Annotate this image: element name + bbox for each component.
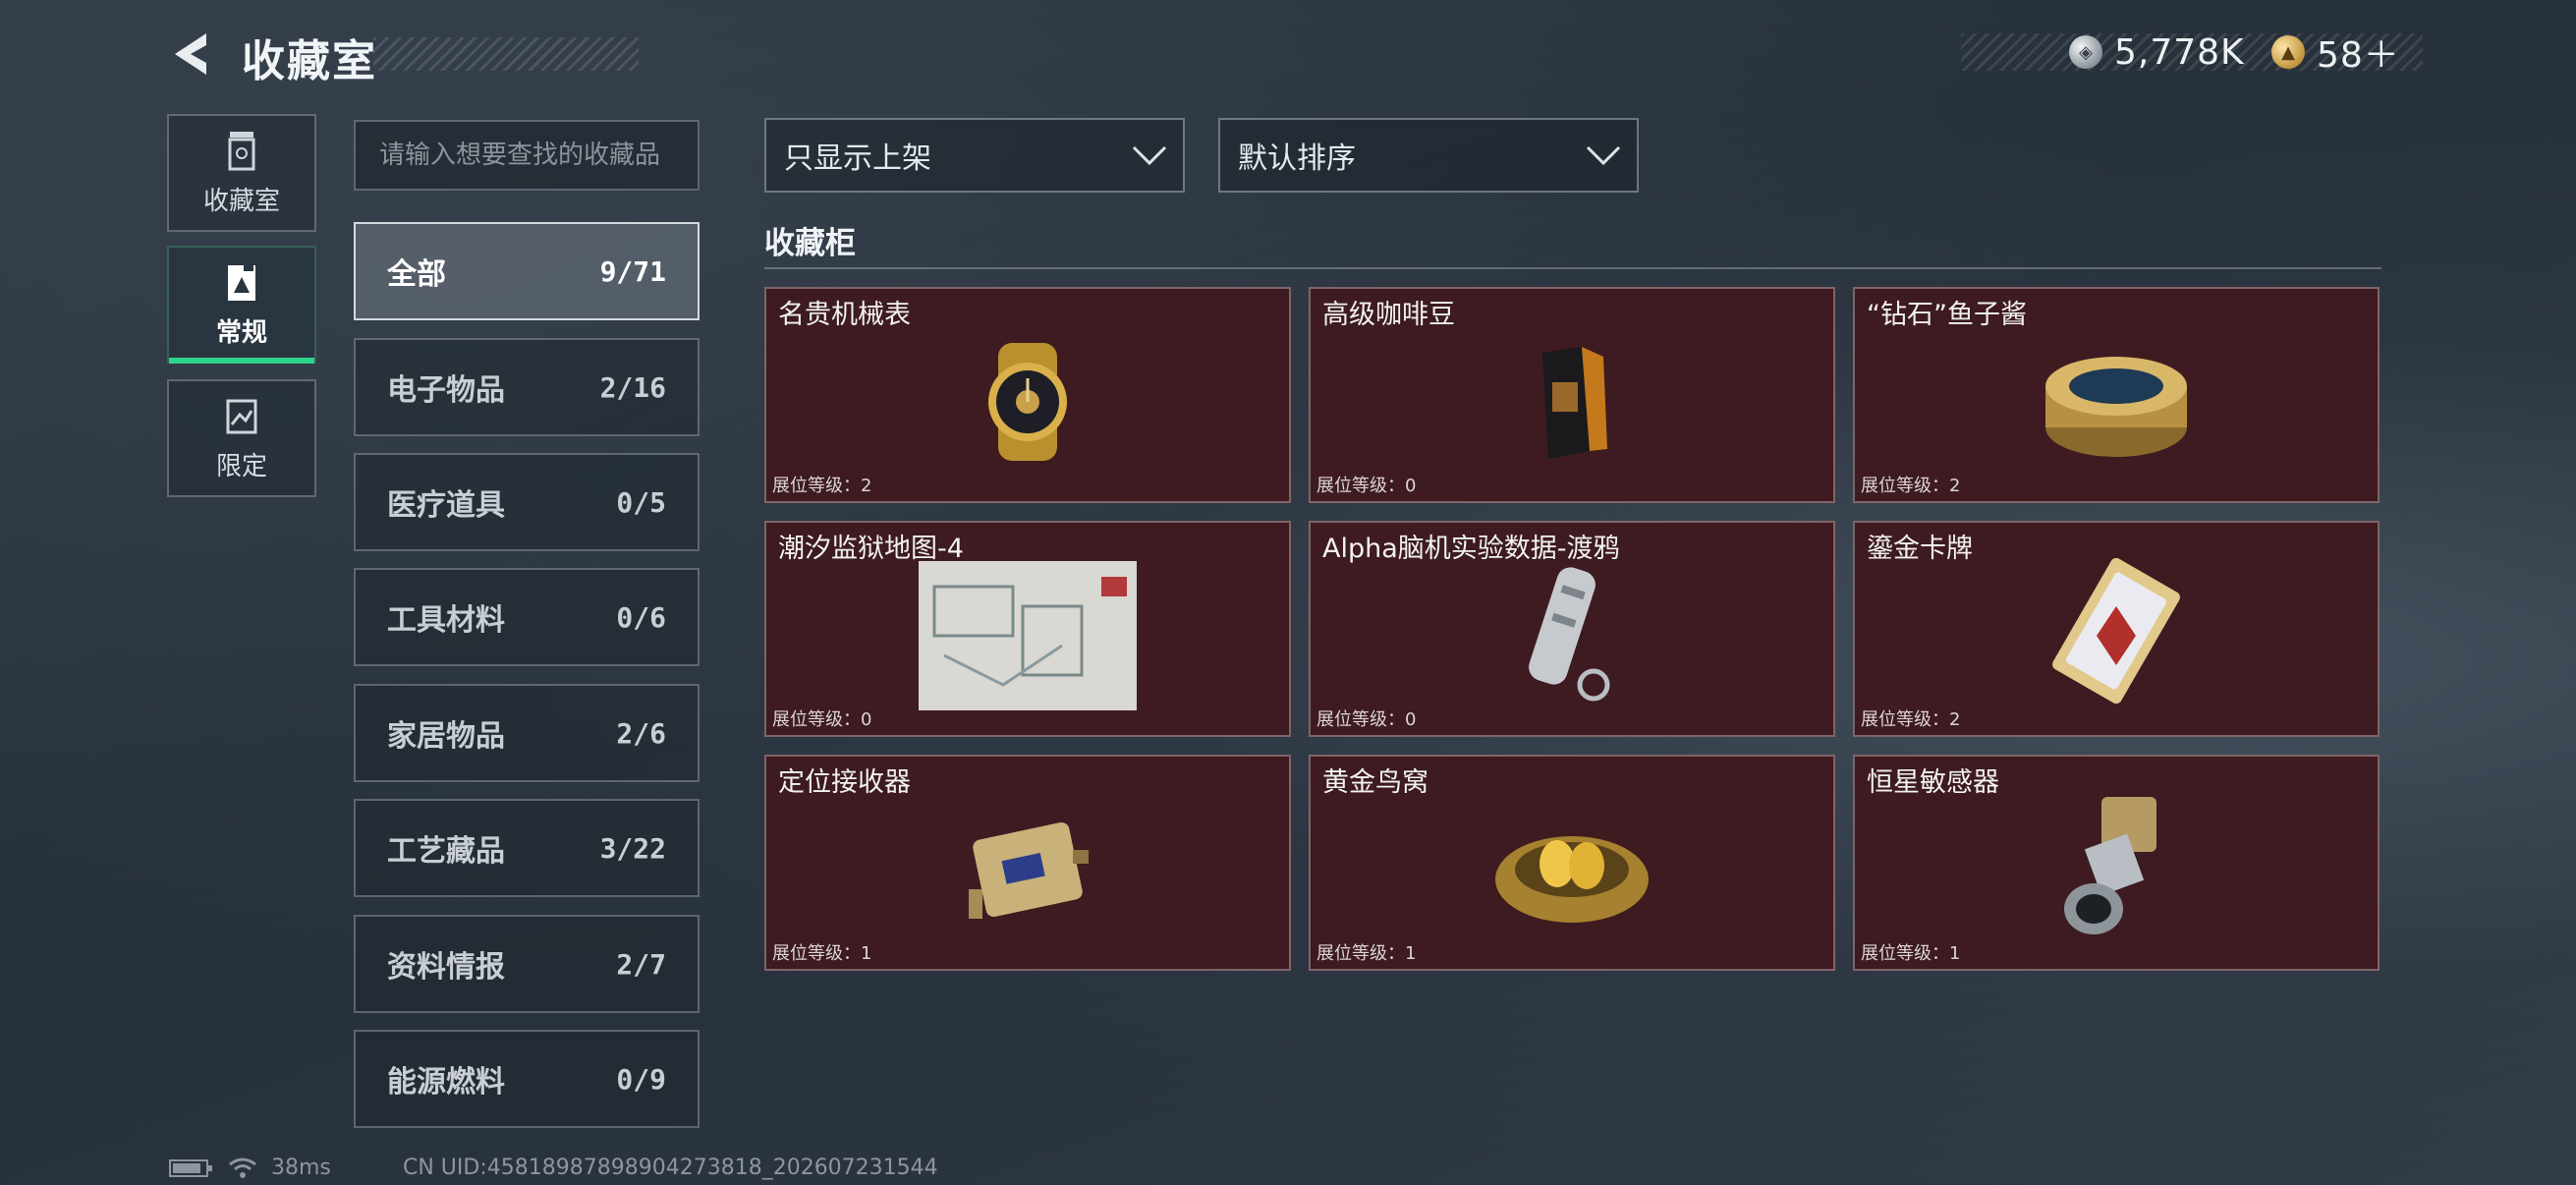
item-card[interactable]: 定位接收器 展位等级：1	[764, 755, 1291, 971]
category-count: 2/7	[616, 947, 666, 981]
sort-label: 默认排序	[1238, 141, 1356, 176]
battery-icon	[169, 1158, 212, 1177]
sort-dropdown[interactable]: 默认排序	[1218, 118, 1639, 193]
nav-tab-regular[interactable]: 常规	[167, 246, 316, 364]
item-level: 展位等级：1	[1316, 943, 1417, 964]
limited-collection-icon	[226, 399, 257, 433]
item-card[interactable]: 鎏金卡牌 展位等级：2	[1853, 521, 2380, 737]
category-household[interactable]: 家居物品 2/6	[354, 684, 700, 782]
item-level: 展位等级：0	[1316, 709, 1417, 730]
title-decoration	[373, 37, 639, 71]
category-all[interactable]: 全部 9/71	[354, 222, 700, 320]
item-card[interactable]: 潮汐监狱地图-4 展位等级：0	[764, 521, 1291, 737]
category-electronics[interactable]: 电子物品 2/16	[354, 338, 700, 436]
category-name: 家居物品	[387, 719, 505, 754]
coffee-bag-icon	[1311, 328, 1833, 476]
golden-nest-icon	[1311, 796, 1833, 943]
uid-text: CN UID:4581898789890427381‌8_20260723154…	[403, 1156, 938, 1180]
gold-amount: 58＋	[2317, 35, 2400, 76]
gold-coin-icon: ▲	[2271, 35, 2305, 69]
currency-gold[interactable]: ▲ 58＋	[2271, 28, 2400, 77]
caviar-tin-icon	[1855, 328, 2378, 476]
item-name: 恒星敏感器	[1867, 767, 1999, 798]
silver-amount: 5,778K	[2114, 31, 2245, 73]
data-drive-icon	[1311, 562, 1833, 709]
category-count: 0/5	[616, 485, 666, 519]
category-name: 全部	[387, 257, 446, 292]
nav-label: 限定	[215, 451, 267, 481]
category-intel[interactable]: 资料情报 2/7	[354, 915, 700, 1013]
nav-tab-limited[interactable]: 限定	[167, 379, 316, 497]
status-bar: 38ms	[169, 1156, 331, 1180]
chevron-down-icon	[1132, 145, 1167, 166]
item-card[interactable]: Alpha脑机实验数据-渡鸦 展位等级：0	[1309, 521, 1835, 737]
section-title: 收藏柜	[764, 226, 856, 261]
item-level: 展位等级：2	[1861, 709, 1961, 730]
category-name: 工艺藏品	[387, 834, 505, 869]
wifi-icon	[229, 1157, 256, 1178]
category-count: 2/6	[616, 716, 666, 750]
item-level: 展位等级：2	[772, 476, 872, 496]
category-name: 电子物品	[387, 373, 505, 408]
regular-collection-icon	[228, 262, 255, 301]
nav-label: 常规	[215, 317, 267, 348]
collection-room-icon	[228, 131, 255, 170]
item-level: 展位等级：0	[772, 709, 872, 730]
item-level: 展位等级：0	[1316, 476, 1417, 496]
item-name: 黄金鸟窝	[1322, 767, 1428, 798]
category-count: 9/71	[599, 254, 666, 288]
back-arrow-icon	[175, 33, 206, 75]
category-energy[interactable]: 能源燃料 0/9	[354, 1030, 700, 1128]
receiver-device-icon	[766, 796, 1289, 943]
page-title: 收藏室	[242, 36, 377, 86]
search-input[interactable]	[354, 120, 700, 191]
prison-map-icon	[766, 561, 1289, 710]
ping-text: 38ms	[271, 1156, 331, 1180]
item-level: 展位等级：1	[772, 943, 872, 964]
gilded-card-icon	[1855, 557, 2378, 709]
category-crafts[interactable]: 工艺藏品 3/22	[354, 799, 700, 897]
item-card[interactable]: 恒星敏感器 展位等级：1	[1853, 755, 2380, 971]
item-card[interactable]: “钻石”鱼子酱 展位等级：2	[1853, 287, 2380, 503]
back-button[interactable]	[167, 28, 216, 81]
section-divider	[764, 267, 2381, 269]
category-name: 工具材料	[387, 603, 505, 638]
item-level: 展位等级：1	[1861, 943, 1961, 964]
item-card[interactable]: 高级咖啡豆 展位等级：0	[1309, 287, 1835, 503]
chevron-down-icon	[1586, 145, 1621, 166]
nav-label: 收藏室	[202, 186, 280, 216]
gold-watch-icon	[766, 328, 1289, 476]
item-card[interactable]: 黄金鸟窝 展位等级：1	[1309, 755, 1835, 971]
silver-coin-icon: ◈	[2069, 35, 2102, 69]
category-count: 0/9	[616, 1062, 666, 1096]
item-name: 名贵机械表	[778, 300, 911, 330]
item-name: 高级咖啡豆	[1322, 300, 1455, 330]
item-level: 展位等级：2	[1861, 476, 1961, 496]
display-filter-label: 只显示上架	[784, 141, 931, 176]
category-count: 0/6	[616, 600, 666, 634]
category-tools[interactable]: 工具材料 0/6	[354, 568, 700, 666]
item-name: “钻石”鱼子酱	[1867, 300, 2027, 330]
item-name: 定位接收器	[778, 767, 911, 798]
category-name: 能源燃料	[387, 1065, 505, 1100]
currency-silver[interactable]: ◈ 5,778K	[2069, 28, 2245, 77]
category-count: 2/16	[599, 370, 666, 404]
item-name: 鎏金卡牌	[1867, 534, 1973, 564]
star-sensor-icon	[1855, 796, 2378, 943]
category-medical[interactable]: 医疗道具 0/5	[354, 453, 700, 551]
category-name: 医疗道具	[387, 488, 505, 523]
display-filter-dropdown[interactable]: 只显示上架	[764, 118, 1185, 193]
nav-tab-collection-room[interactable]: 收藏室	[167, 114, 316, 232]
category-count: 3/22	[599, 831, 666, 865]
item-card[interactable]: 名贵机械表 展位等级：2	[764, 287, 1291, 503]
category-name: 资料情报	[387, 950, 505, 985]
